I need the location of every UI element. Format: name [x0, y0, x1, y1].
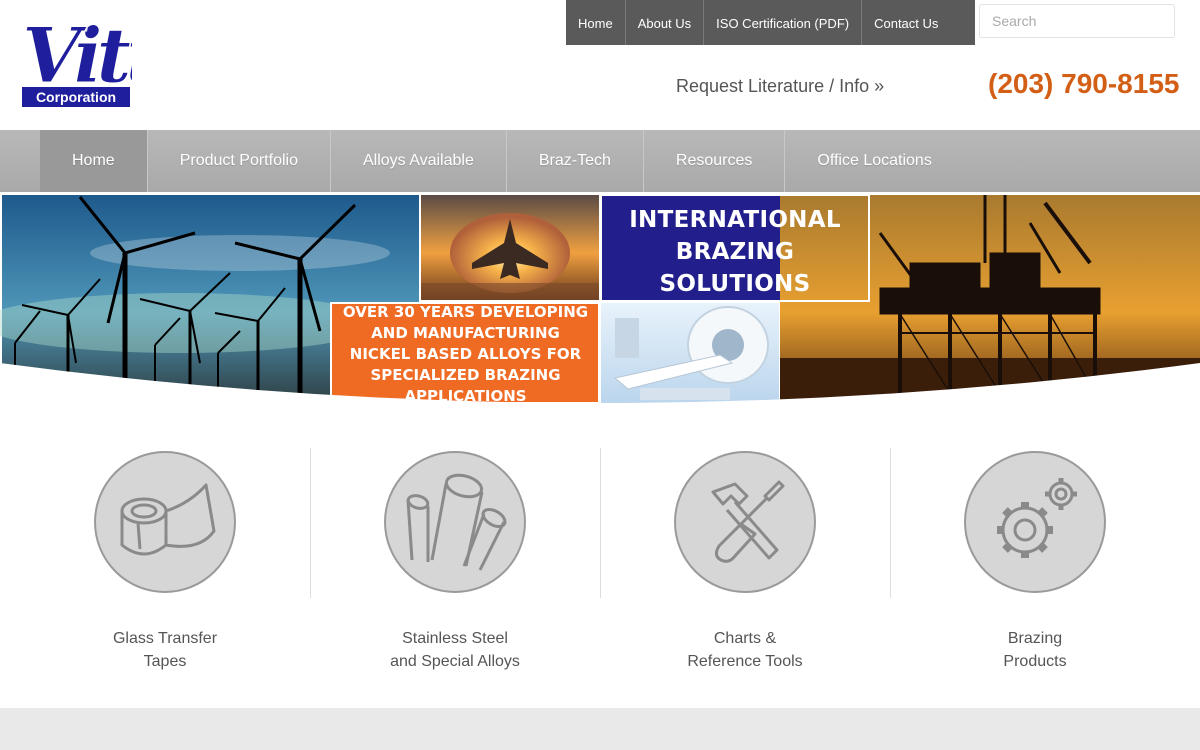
hero-tagline: OVER 30 YEARS DEVELOPING AND MANUFACTURI…: [342, 302, 589, 405]
feature-glass-transfer-tapes[interactable]: Glass Transfer Tapes: [20, 440, 310, 680]
topnav-contact-link[interactable]: Contact Us: [862, 0, 950, 45]
feature-label-line2: Products: [1003, 653, 1067, 670]
feature-label-line1: Glass Transfer: [112, 630, 218, 647]
top-nav: Home About Us ISO Certification (PDF) Co…: [566, 0, 975, 45]
divider: [310, 448, 311, 598]
tape-roll-icon[interactable]: [94, 451, 236, 593]
nav-home[interactable]: Home: [40, 130, 148, 192]
hero-headline: INTERNATIONAL BRAZING SOLUTIONS: [629, 207, 841, 297]
nav-braz-tech[interactable]: Braz-Tech: [507, 130, 644, 192]
main-nav: Home Product Portfolio Alloys Available …: [0, 130, 1200, 192]
vitta-logo[interactable]: Vitta Corporation: [20, 8, 205, 110]
feature-label[interactable]: Stainless Steel and Special Alloys: [310, 627, 600, 673]
feature-label-line2: Reference Tools: [687, 653, 803, 670]
nav-office-locations[interactable]: Office Locations: [785, 130, 963, 192]
footer-bar: [0, 708, 1200, 750]
topnav-home-link[interactable]: Home: [566, 0, 626, 45]
feature-label[interactable]: Glass Transfer Tapes: [20, 627, 310, 673]
nav-resources[interactable]: Resources: [644, 130, 786, 192]
phone-number: (203) 790-8155: [988, 68, 1180, 99]
feature-charts-reference[interactable]: Charts & Reference Tools: [600, 440, 890, 680]
feature-brazing-products[interactable]: Brazing Products: [890, 440, 1180, 680]
topnav-about-link[interactable]: About Us: [626, 0, 705, 45]
feature-label-line2: Tapes: [143, 653, 187, 670]
logo-wordmark: Vitta: [22, 11, 132, 100]
alloy-rods-icon[interactable]: [384, 451, 526, 593]
nav-alloys-available[interactable]: Alloys Available: [331, 130, 507, 192]
logo-subtitle: Corporation: [36, 89, 116, 105]
feature-row: Glass Transfer Tapes Stainless Steel and…: [20, 440, 1180, 680]
search-input[interactable]: [979, 4, 1175, 38]
divider: [600, 448, 601, 598]
feature-label-line1: Charts &: [713, 630, 777, 647]
divider: [890, 448, 891, 598]
nav-product-portfolio[interactable]: Product Portfolio: [148, 130, 331, 192]
hero-banner: INTERNATIONAL BRAZING SOLUTIONS OVER 30 …: [0, 193, 1200, 408]
feature-label-line2: and Special Alloys: [390, 653, 520, 670]
feature-label-line1: Brazing: [1007, 630, 1063, 647]
topnav-iso-link[interactable]: ISO Certification (PDF): [704, 0, 863, 45]
tools-icon[interactable]: [674, 451, 816, 593]
feature-stainless-steel[interactable]: Stainless Steel and Special Alloys: [310, 440, 600, 680]
feature-label[interactable]: Charts & Reference Tools: [600, 627, 890, 673]
gears-icon[interactable]: [964, 451, 1106, 593]
request-literature-link[interactable]: Request Literature / Info »: [676, 76, 884, 97]
feature-label[interactable]: Brazing Products: [890, 627, 1180, 673]
feature-label-line1: Stainless Steel: [402, 630, 508, 647]
